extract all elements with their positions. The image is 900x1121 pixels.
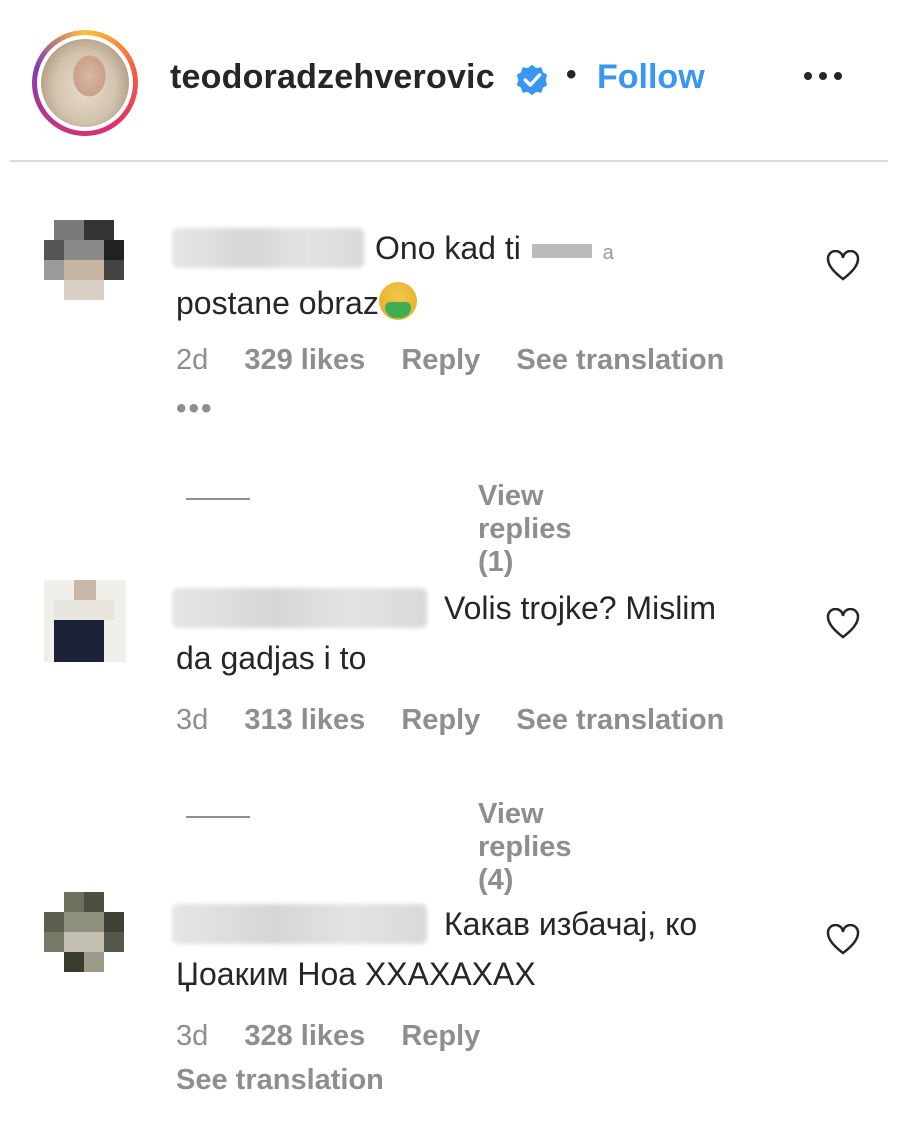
username-link[interactable]: teodoradzehverovic: [170, 58, 495, 97]
censored-word: [531, 243, 592, 258]
comment-text-line2: postane obraz: [176, 282, 417, 322]
comment-text-suffix: a: [602, 242, 614, 264]
comment-time: 3d: [176, 704, 209, 736]
view-replies-button[interactable]: View replies (1): [478, 480, 572, 579]
comment-meta: 2d 329 likes Reply See translation: [176, 344, 752, 377]
avatar-photo: [41, 39, 129, 127]
commenter-avatar[interactable]: [44, 220, 126, 302]
comment-text-line2: da gadjas i to: [176, 640, 367, 676]
blurred-username: [172, 904, 427, 944]
replies-line: [186, 498, 250, 500]
blurred-username: [172, 228, 364, 268]
like-heart-icon[interactable]: [826, 608, 860, 640]
verified-badge-icon: [516, 64, 548, 96]
view-replies-button[interactable]: View replies (4): [478, 798, 572, 897]
see-translation-button[interactable]: See translation: [516, 704, 724, 736]
follow-button[interactable]: Follow: [597, 58, 705, 97]
more-options-icon[interactable]: [798, 66, 848, 86]
comment-more-options[interactable]: •••: [176, 392, 214, 426]
see-translation-button[interactable]: See translation: [176, 1064, 384, 1096]
commenter-avatar[interactable]: [44, 892, 126, 974]
avatar-border: [37, 35, 133, 131]
commenter-avatar[interactable]: [44, 580, 126, 662]
comment-time: 3d: [176, 1020, 209, 1052]
post-header: teodoradzehverovic • Follow: [0, 0, 900, 162]
likes-count[interactable]: 328 likes: [244, 1020, 365, 1052]
comment-text: postane obraz: [176, 285, 379, 321]
reply-button[interactable]: Reply: [401, 1020, 480, 1052]
comment-text-line1: Volis trojke? Mislim: [444, 590, 717, 626]
likes-count[interactable]: 313 likes: [244, 704, 365, 736]
like-heart-icon[interactable]: [826, 924, 860, 956]
see-translation-button[interactable]: See translation: [516, 344, 724, 376]
comment-meta: 3d 328 likes Reply: [176, 1020, 508, 1053]
blurred-username: [172, 588, 427, 628]
comment-text-line1: Ono kad ti a: [375, 230, 614, 267]
like-heart-icon[interactable]: [826, 250, 860, 282]
comment-time: 2d: [176, 344, 209, 376]
comment-meta: 3d 313 likes Reply See translation: [176, 704, 752, 737]
separator-dot: •: [566, 58, 577, 91]
comment-text: Ono kad ti: [375, 230, 521, 266]
reply-button[interactable]: Reply: [401, 344, 480, 376]
comment-text-line2: Џоаким Ноа ХХАХАХАХ: [176, 956, 536, 992]
face-vomiting-icon: [378, 282, 417, 320]
comment-meta-line2: See translation: [176, 1064, 412, 1097]
comment-text-line1: Какав избачај, ко: [444, 906, 698, 942]
likes-count[interactable]: 329 likes: [244, 344, 365, 376]
reply-button[interactable]: Reply: [401, 704, 480, 736]
replies-line: [186, 816, 250, 818]
header-divider: [10, 160, 888, 162]
profile-avatar[interactable]: [32, 30, 138, 136]
